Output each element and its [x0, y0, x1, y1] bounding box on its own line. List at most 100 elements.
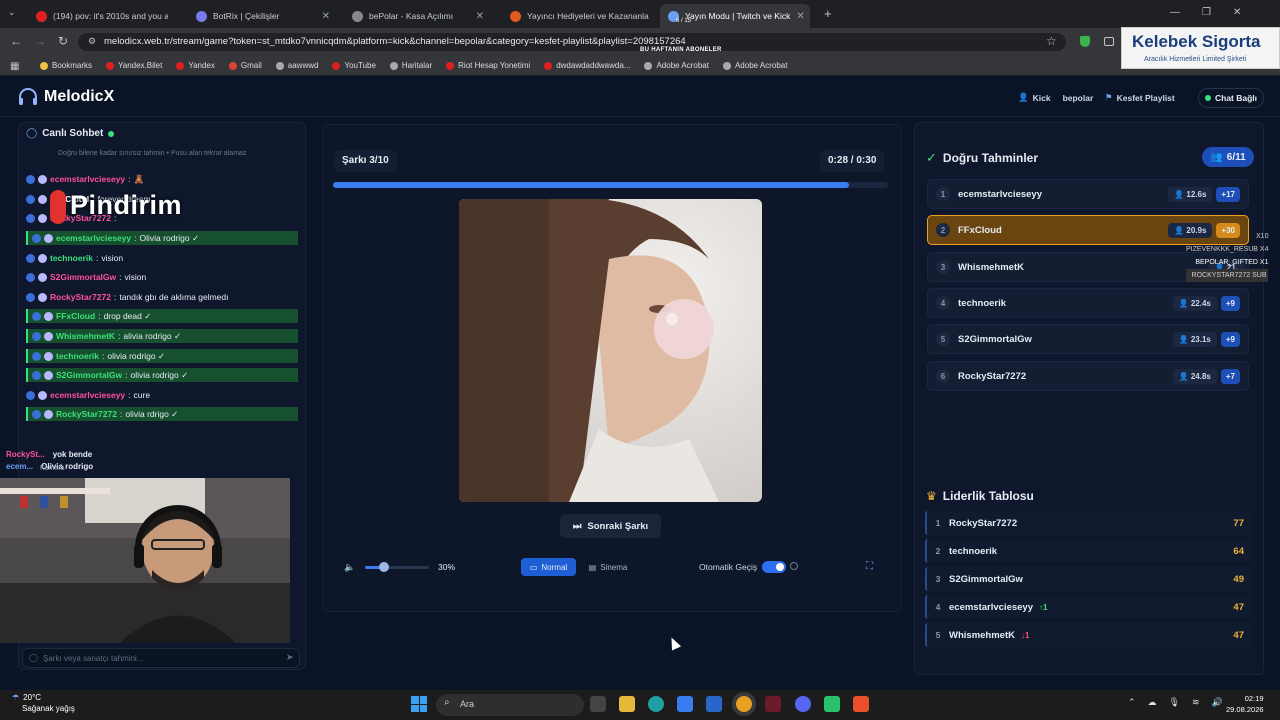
close-tab-icon[interactable]: ✕ [796, 11, 804, 22]
app-logo[interactable]: MelodicX [18, 88, 114, 106]
chevron-up-icon[interactable]: ⌃ [1128, 697, 1136, 708]
badge-icon [26, 390, 35, 400]
auto-advance-toggle[interactable] [762, 561, 786, 573]
forward-icon[interactable]: → [34, 34, 46, 48]
bookmark-item[interactable]: Yandex [176, 61, 215, 70]
guesser-name: WhismehmetK [958, 261, 1024, 273]
bookmark-icon [332, 61, 341, 70]
browser-tab[interactable]: (194) pov: it's 2010s and you a✕ [28, 4, 168, 28]
system-tray[interactable]: ⌃ ☁ 🎙 ≋ 🔊 [1128, 697, 1223, 708]
new-tab-button[interactable]: + [824, 6, 832, 21]
correct-count-badge: 👥 6/11 [1202, 147, 1254, 167]
bookmark-item[interactable]: Gmail [228, 61, 262, 70]
bookmark-item[interactable]: Adobe Acrobat [722, 61, 787, 70]
extension-icon[interactable] [1104, 37, 1114, 46]
stream-overlay-count: 6 / 15 [676, 18, 692, 24]
mode-normal-button[interactable]: ▭ Normal [521, 558, 576, 576]
bookmark-label: Gmail [240, 61, 262, 70]
taskbar-clock[interactable]: 02:19 29.08.2026 [1226, 693, 1264, 715]
file-explorer-icon[interactable] [619, 696, 635, 712]
browser-tab[interactable]: Yayıncı Hediyeleri ve Kazananla✕ [502, 4, 652, 28]
chrome-icon[interactable] [736, 696, 752, 712]
leaderboard-score: 64 [1233, 545, 1244, 557]
task-view-icon[interactable] [590, 696, 606, 712]
browser-tab[interactable]: Yayın Modu | Twitch ve Kick ✕ [660, 4, 810, 28]
info-icon[interactable] [790, 562, 798, 570]
bookmark-star-icon[interactable]: ☆ [1046, 34, 1057, 48]
back-icon[interactable]: ← [10, 34, 22, 48]
bookmark-icon [544, 61, 553, 70]
live-dot-icon [108, 130, 115, 137]
start-menu-icon[interactable] [411, 696, 427, 712]
bookmark-item[interactable]: Bookmarks [40, 61, 92, 70]
weather-widget[interactable]: ☂ 20°C Sağanak yağış [12, 692, 75, 714]
rank-badge: 1 [936, 187, 950, 201]
speaker-icon[interactable]: 🔊 [1212, 697, 1223, 708]
window-controls: — ❐ ✕ [1170, 7, 1241, 18]
chat-username: RockyStar7272 [50, 292, 111, 302]
store-icon[interactable] [677, 696, 693, 712]
close-window-icon[interactable]: ✕ [1233, 7, 1241, 18]
sub-alert-line: BEPOLAR_GIFTED X1 [1195, 259, 1269, 266]
close-tab-icon[interactable]: ✕ [322, 11, 330, 22]
app-icon[interactable] [765, 696, 781, 712]
close-tab-icon[interactable]: ✕ [476, 11, 484, 22]
channel-label: bepolar [1062, 92, 1094, 103]
rank-badge: 4 [936, 296, 950, 310]
edge-icon[interactable] [648, 696, 664, 712]
send-icon[interactable]: ➤ [286, 652, 294, 663]
auto-advance-label: Otomatik Geçiş [699, 562, 758, 572]
mic-icon[interactable]: 🎙 [1169, 697, 1180, 708]
chat-text: drop dead ✓ [103, 310, 152, 321]
platform-label: 👤 Kick bepolar [1018, 92, 1094, 103]
bookmark-item[interactable]: Adobe Acrobat [644, 61, 709, 70]
maximize-icon[interactable]: ❐ [1202, 7, 1211, 18]
volume-icon[interactable]: 🔈 [344, 562, 355, 573]
chat-text: olivia rodrigo ✓ [107, 350, 166, 361]
bookmark-item[interactable]: Riot Hesap Yonetimi [446, 61, 530, 70]
guess-time: 👤 12.6s [1168, 186, 1213, 202]
shield-extension-icon[interactable] [1080, 36, 1090, 47]
tab-list-icon[interactable]: ⌄ [8, 7, 16, 18]
minimize-icon[interactable]: — [1170, 7, 1180, 18]
browser-tab[interactable]: BotRix | Çekilişler ✕ [188, 4, 338, 28]
leaderboard-row: 5 WhismehmetK ↓1 47 [925, 623, 1252, 647]
bookmark-item[interactable]: aawwwd [275, 61, 318, 70]
reload-icon[interactable]: ↻ [58, 34, 68, 48]
camera-label: Kamera [40, 465, 65, 472]
points-badge: +9 [1220, 331, 1240, 347]
bookmark-item[interactable]: Yandex.Bilet [106, 61, 162, 70]
taskbar-search[interactable]: Ara [436, 694, 584, 716]
brave-icon[interactable] [853, 696, 869, 712]
leaderboard-rank: 3 [935, 574, 941, 584]
apps-grid-icon[interactable]: ▦ [10, 61, 19, 72]
song-counter: Şarkı 3/10 [334, 150, 397, 172]
skip-next-icon: ⏭ [572, 520, 582, 532]
bookmark-item[interactable]: Haritalar [389, 61, 432, 70]
tab-favicon-icon [36, 10, 47, 22]
rank-change: ↓1 [1020, 630, 1030, 640]
badge-icon [38, 272, 47, 282]
badge-icon [44, 311, 53, 321]
guess-input[interactable]: Şarkı veya sanatçı tahmini... [22, 648, 300, 668]
browser-tab[interactable]: bePolar - Kasa Açılımı ✕ [344, 4, 492, 28]
cloud-icon[interactable]: ☁ [1148, 697, 1157, 708]
badge-icon [32, 370, 41, 380]
bookmark-item[interactable]: dwdawdaddwawda... [544, 61, 630, 70]
discord-icon[interactable] [795, 696, 811, 712]
chat-message: S2GimmortalGw: olivia rodrigo ✓ [26, 368, 298, 382]
mode-sinema-button[interactable]: ▤ Sinema [580, 558, 636, 576]
app-icon[interactable] [824, 696, 840, 712]
chat-text: olivia rodrigo ✓ [130, 369, 189, 380]
bookmark-label: dwdawdaddwawda... [556, 61, 631, 70]
url-field[interactable]: melodicx.web.tr/stream/game?token=st_mtd… [78, 33, 1066, 51]
bookmark-item[interactable]: YouTube [332, 61, 376, 70]
mail-icon[interactable] [706, 696, 722, 712]
next-song-button[interactable]: ⏭ Sonraki Şarkı [560, 514, 661, 538]
wifi-icon[interactable]: ≋ [1192, 697, 1200, 708]
site-info-icon[interactable]: ⚙ [88, 36, 96, 47]
webcam-feed [0, 478, 290, 643]
chat-status-button[interactable]: Chat Bağlı [1198, 88, 1264, 108]
fullscreen-icon[interactable]: ⛶ [866, 561, 873, 572]
badge-icon [32, 233, 41, 243]
